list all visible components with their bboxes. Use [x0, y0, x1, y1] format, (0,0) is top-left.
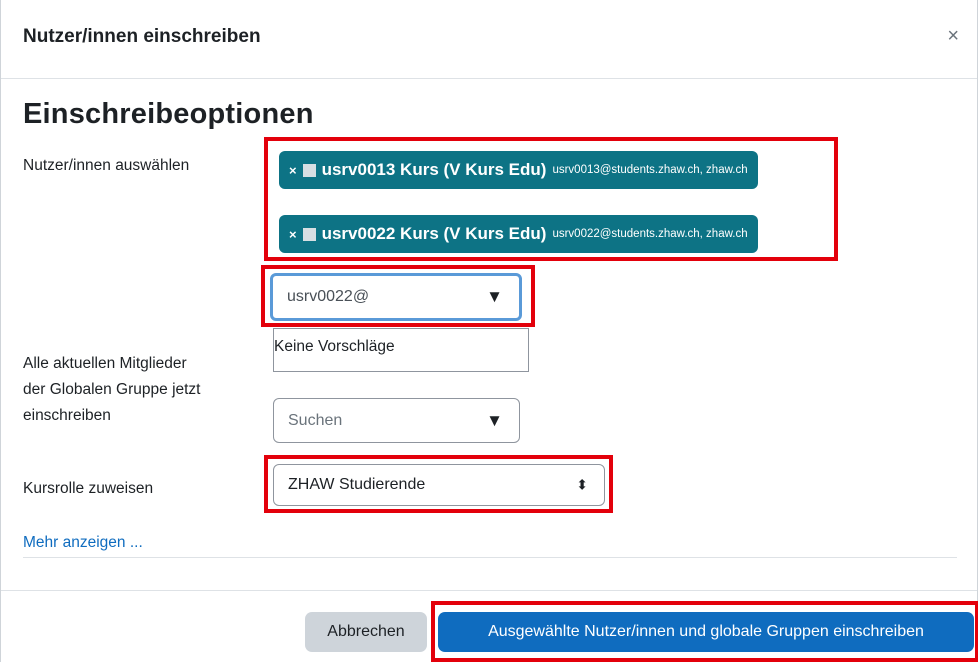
show-more-link[interactable]: Mehr anzeigen ... — [23, 534, 143, 552]
dropdown-arrow-icon[interactable]: ▼ — [486, 411, 503, 431]
global-group-label-line: der Globalen Gruppe jetzt — [23, 381, 201, 398]
footer-divider — [1, 590, 977, 591]
selected-user-chip[interactable]: × usrv0013 Kurs (V Kurs Edu) usrv0013@st… — [279, 151, 758, 189]
dropdown-arrow-icon[interactable]: ▼ — [486, 287, 503, 307]
remove-icon[interactable]: × — [289, 227, 297, 242]
global-group-search-input[interactable]: Suchen ▼ — [273, 398, 520, 443]
selected-user-chip[interactable]: × usrv0022 Kurs (V Kurs Edu) usrv0022@st… — [279, 215, 758, 253]
divider — [23, 557, 957, 558]
selected-user-name: usrv0022 Kurs (V Kurs Edu) — [321, 224, 547, 243]
selected-user-email: usrv0013@students.zhaw.ch, zhaw.ch — [552, 164, 748, 176]
close-icon[interactable]: × — [947, 26, 959, 46]
selected-user-name: usrv0013 Kurs (V Kurs Edu) — [321, 160, 547, 179]
global-group-label: Alle aktuellen Mitglieder der Globalen G… — [23, 351, 201, 429]
no-suggestions-text: Keine Vorschläge — [274, 338, 395, 355]
global-group-label-line: einschreiben — [23, 407, 111, 424]
user-avatar-icon — [302, 227, 316, 241]
dialog-header: Nutzer/innen einschreiben × — [1, 0, 977, 79]
remove-icon[interactable]: × — [289, 163, 297, 178]
enrol-submit-button[interactable]: Ausgewählte Nutzer/innen und globale Gru… — [438, 612, 974, 652]
cancel-button[interactable]: Abbrechen — [305, 612, 427, 652]
course-role-label: Kursrolle zuweisen — [23, 480, 154, 497]
suggestions-list: Keine Vorschläge — [273, 328, 529, 372]
global-group-label-line: Alle aktuellen Mitglieder — [23, 355, 187, 372]
select-updown-icon: ⬍ — [576, 476, 588, 493]
course-role-value: ZHAW Studierende — [288, 476, 426, 493]
user-avatar-icon — [302, 163, 316, 177]
course-role-select[interactable]: ZHAW Studierende ⬍ — [273, 464, 605, 506]
dialog-title: Nutzer/innen einschreiben — [23, 26, 261, 47]
enrol-users-dialog: Nutzer/innen einschreiben × Einschreibeo… — [0, 0, 978, 662]
global-group-placeholder: Suchen — [288, 411, 343, 429]
user-search-input[interactable]: usrv0022@ ▼ — [270, 273, 522, 321]
user-search-value: usrv0022@ — [287, 288, 370, 305]
section-title: Einschreibeoptionen — [23, 98, 314, 130]
select-users-label: Nutzer/innen auswählen — [23, 157, 190, 174]
selected-user-email: usrv0022@students.zhaw.ch, zhaw.ch — [552, 228, 748, 240]
